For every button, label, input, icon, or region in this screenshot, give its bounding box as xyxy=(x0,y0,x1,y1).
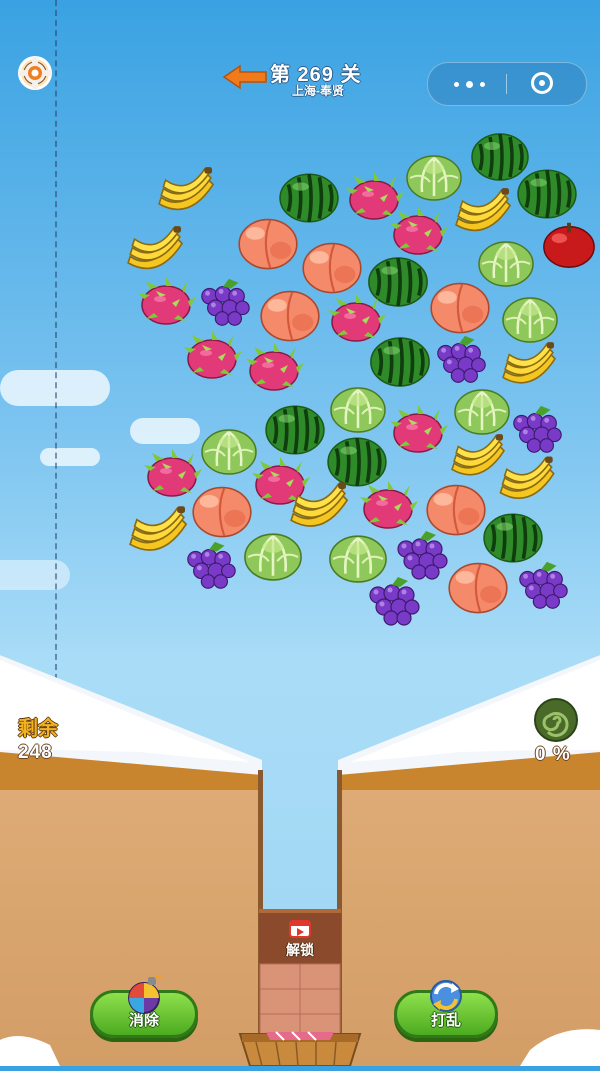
grape-tile[interactable] xyxy=(508,404,566,456)
apple-tile[interactable] xyxy=(540,220,598,270)
grape-tile[interactable] xyxy=(392,530,452,582)
bomb-icon xyxy=(122,974,168,1014)
mini-program-capsule xyxy=(427,62,587,106)
dragon-fruit-tile[interactable] xyxy=(136,276,196,328)
cabbage-tile[interactable] xyxy=(240,530,306,582)
cloud xyxy=(0,560,70,590)
peach-tile[interactable] xyxy=(258,288,322,342)
banana-tile[interactable] xyxy=(120,224,188,278)
dragon-fruit-tile[interactable] xyxy=(388,206,448,258)
watermelon-tile[interactable] xyxy=(264,404,326,456)
basket xyxy=(236,1026,364,1067)
video-ad-icon xyxy=(289,920,311,938)
banana-tile[interactable] xyxy=(494,340,562,392)
peach-tile[interactable] xyxy=(424,482,488,536)
watermelon-tile[interactable] xyxy=(516,168,578,220)
grape-tile[interactable] xyxy=(364,576,424,628)
cabbage-tile[interactable] xyxy=(498,294,562,344)
banana-tile[interactable] xyxy=(448,186,516,240)
peach-tile[interactable] xyxy=(300,240,364,294)
grape-tile[interactable] xyxy=(514,560,572,612)
progress-swirl-icon xyxy=(533,697,579,743)
remaining-label: 剩余 xyxy=(18,718,58,740)
back-arrow-icon[interactable] xyxy=(222,64,268,90)
dragon-fruit-tile[interactable] xyxy=(358,480,418,532)
progress-percent: 0 % xyxy=(535,744,571,765)
guide-line xyxy=(55,0,57,680)
settings-gear-icon[interactable] xyxy=(18,56,52,90)
banana-tile[interactable] xyxy=(284,480,352,536)
grape-tile[interactable] xyxy=(432,334,490,386)
cloud xyxy=(40,448,100,466)
dragon-fruit-tile[interactable] xyxy=(388,404,448,456)
cabbage-tile[interactable] xyxy=(326,384,390,434)
watermelon-tile[interactable] xyxy=(482,512,544,564)
peach-tile[interactable] xyxy=(236,216,300,270)
banana-tile[interactable] xyxy=(494,452,558,510)
remaining-count: 248 xyxy=(18,742,53,763)
grape-tile[interactable] xyxy=(196,278,254,328)
close-target-icon[interactable] xyxy=(531,72,553,94)
peach-tile[interactable] xyxy=(446,560,510,614)
grape-tile[interactable] xyxy=(182,540,240,592)
shuffle-arrows-icon xyxy=(426,974,466,1014)
capsule-divider xyxy=(506,74,507,94)
watermelon-tile[interactable] xyxy=(368,336,432,388)
dragon-fruit-tile[interactable] xyxy=(244,342,304,394)
level-subtitle: 上海-奉贤 xyxy=(292,84,344,98)
dragon-fruit-tile[interactable] xyxy=(182,330,242,382)
banana-tile[interactable] xyxy=(152,165,218,219)
peach-tile[interactable] xyxy=(428,280,492,334)
cabbage-tile[interactable] xyxy=(450,386,514,436)
cloud xyxy=(130,418,200,444)
unlock-label[interactable]: 解锁 xyxy=(259,940,341,960)
more-dots-icon[interactable] xyxy=(450,74,490,94)
